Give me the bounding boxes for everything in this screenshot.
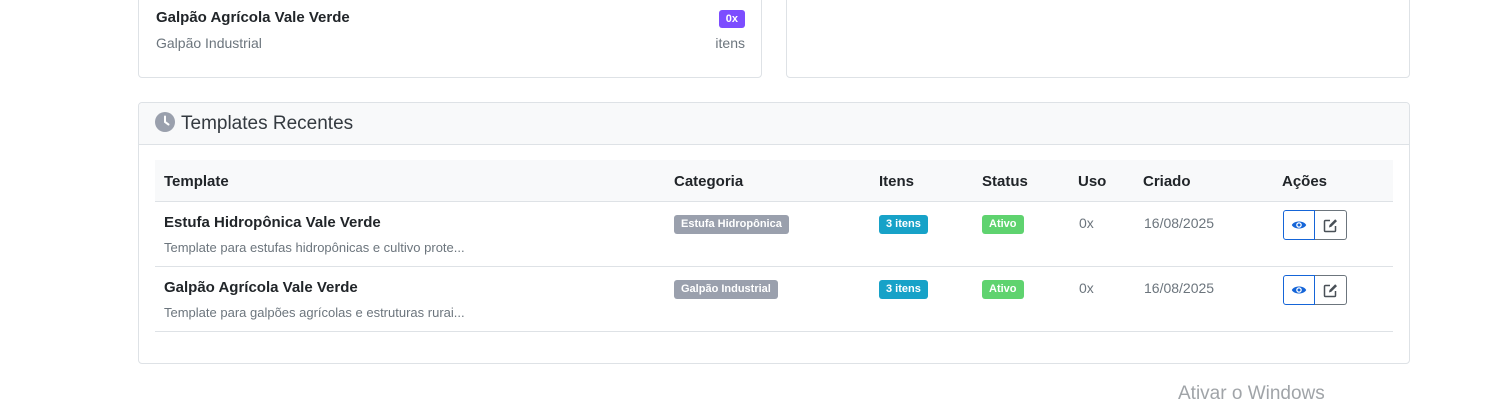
view-button[interactable]	[1283, 275, 1315, 305]
items-badge: 3 itens	[879, 280, 928, 299]
card-title: Galpão Agrícola Vale Verde	[156, 9, 350, 26]
template-name: Galpão Agrícola Vale Verde	[164, 279, 358, 296]
template-name: Estufa Hidropônica Vale Verde	[164, 214, 381, 231]
column-header-template: Template	[164, 173, 229, 190]
created-date: 16/08/2025	[1144, 215, 1215, 231]
created-date: 16/08/2025	[1144, 280, 1215, 296]
eye-icon	[1291, 221, 1307, 229]
card-title: Templates Recentes	[181, 113, 354, 134]
windows-activation-watermark: Ativar o Windows	[1178, 383, 1325, 404]
category-badge: Galpão Industrial	[674, 280, 778, 299]
table-row: Galpão Agrícola Vale Verde Template para…	[155, 267, 1393, 332]
template-description: Template para estufas hidropônicas e cul…	[164, 240, 465, 255]
row-actions	[1283, 275, 1347, 305]
column-header-uso: Uso	[1078, 173, 1107, 190]
column-header-acoes: Ações	[1282, 173, 1328, 190]
view-button[interactable]	[1283, 210, 1315, 240]
recent-templates-card: Templates Recentes Template Categoria It…	[138, 102, 1410, 364]
column-header-criado: Criado	[1143, 173, 1191, 190]
category-badge: Estufa Hidropônica	[674, 215, 789, 234]
usage-count: 0x	[1079, 280, 1094, 296]
table-row: Estufa Hidropônica Vale Verde Template p…	[155, 202, 1393, 267]
card-subtitle: Galpão Industrial	[156, 35, 262, 51]
usage-count: 0x	[1079, 215, 1094, 231]
edit-button[interactable]	[1315, 210, 1347, 240]
clock-icon	[155, 112, 175, 132]
column-header-categoria: Categoria	[674, 173, 744, 190]
table-header: Template Categoria Itens Status Uso Cria…	[155, 160, 1393, 202]
top-empty-card	[786, 0, 1410, 78]
status-badge: Ativo	[982, 280, 1024, 299]
column-header-itens: Itens	[879, 173, 915, 190]
column-header-status: Status	[982, 173, 1028, 190]
row-actions	[1283, 210, 1347, 240]
edit-button[interactable]	[1315, 275, 1347, 305]
top-template-card: Galpão Agrícola Vale Verde Galpão Indust…	[138, 0, 762, 78]
template-description: Template para galpões agrícolas e estrut…	[164, 305, 465, 320]
itens-label: itens	[715, 35, 745, 51]
card-header: Templates Recentes	[139, 103, 1409, 145]
status-badge: Ativo	[982, 215, 1024, 234]
usage-badge: 0x	[718, 10, 745, 28]
edit-icon	[1323, 283, 1337, 297]
items-badge: 3 itens	[879, 215, 928, 234]
eye-icon	[1291, 286, 1307, 294]
edit-icon	[1323, 218, 1337, 232]
